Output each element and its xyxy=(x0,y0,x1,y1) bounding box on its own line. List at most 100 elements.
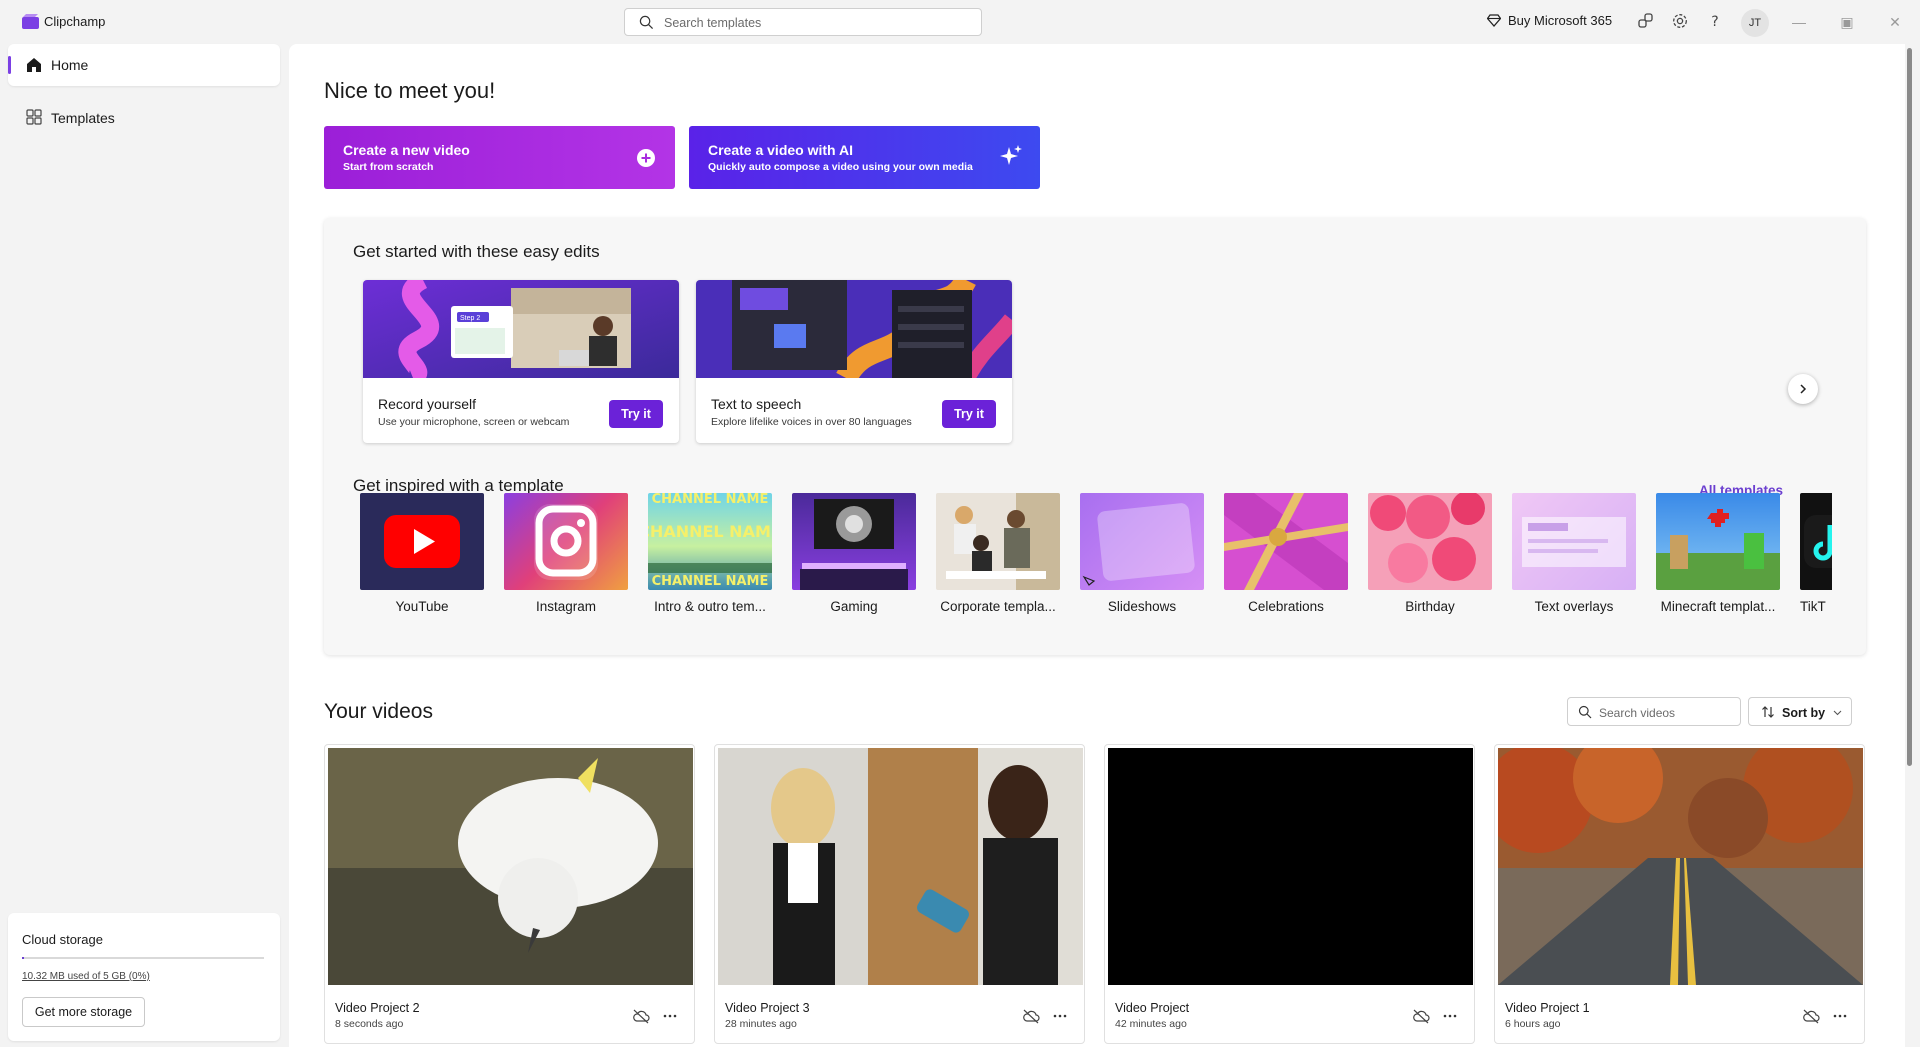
balloons-graphic xyxy=(1370,493,1485,583)
main-panel: Nice to meet you! Create a new video Sta… xyxy=(289,44,1905,1047)
close-window-button[interactable]: ✕ xyxy=(1884,12,1906,32)
try-it-button[interactable]: Try it xyxy=(942,400,996,428)
template-youtube[interactable]: YouTube xyxy=(360,493,484,614)
video-card[interactable]: Video Project 1 6 hours ago xyxy=(1494,744,1865,1044)
feature-subtitle: Explore lifelike voices in over 80 langu… xyxy=(711,416,912,428)
template-celebrations[interactable]: Celebrations xyxy=(1224,493,1348,614)
text-to-speech-thumbnail xyxy=(696,280,1012,378)
video-thumbnail xyxy=(718,748,1083,985)
thumbnail-step-label: Step 2 xyxy=(460,315,480,322)
cloud-off-icon xyxy=(633,1009,650,1024)
sort-icon xyxy=(1762,706,1774,718)
template-carousel: YouTube Instagram CHANNEL NAME CHANNEL N… xyxy=(360,493,1832,633)
diamond-icon xyxy=(1487,14,1501,27)
template-label: Celebrations xyxy=(1248,599,1324,614)
template-text-overlays[interactable]: Text overlays xyxy=(1512,493,1636,614)
sparkle-icon xyxy=(1000,145,1022,165)
record-yourself-card[interactable]: Step 2 Record yourself Use your micropho… xyxy=(363,280,679,443)
search-templates-input[interactable]: Search templates xyxy=(624,8,982,36)
search-icon xyxy=(1578,705,1592,719)
cta-subtitle: Start from scratch xyxy=(343,161,434,173)
get-more-storage-button[interactable]: Get more storage xyxy=(22,997,145,1027)
template-intro-outro[interactable]: CHANNEL NAME CHANNEL NAME CHANNEL NAME I… xyxy=(648,493,772,614)
more-options-icon[interactable] xyxy=(1051,1007,1069,1025)
template-corporate[interactable]: Corporate templa... xyxy=(936,493,1060,614)
video-card[interactable]: Video Project 2 8 seconds ago xyxy=(324,744,695,1044)
template-thumbnail xyxy=(360,493,484,590)
template-label: Gaming xyxy=(830,599,878,614)
text-overlay-graphic xyxy=(1522,517,1626,567)
template-birthday[interactable]: Birthday xyxy=(1368,493,1492,614)
sidebar-item-templates[interactable]: Templates xyxy=(8,97,280,139)
search-videos-placeholder: Search videos xyxy=(1599,706,1676,720)
video-title: Video Project xyxy=(1115,1001,1190,1015)
video-card[interactable]: Video Project 3 28 minutes ago xyxy=(714,744,1085,1044)
template-label: TikT xyxy=(1800,599,1826,614)
channel-name-graphic: CHANNEL NAME CHANNEL NAME CHANNEL NAME xyxy=(648,493,772,589)
avatar-initials: JT xyxy=(1748,17,1762,29)
minimize-button[interactable]: — xyxy=(1788,12,1810,32)
video-thumbnail xyxy=(1498,748,1863,985)
template-label: Corporate templa... xyxy=(940,599,1056,614)
buy-microsoft-365-label: Buy Microsoft 365 xyxy=(1508,13,1613,28)
sidebar-item-label: Home xyxy=(51,57,89,73)
sort-by-button[interactable]: Sort by xyxy=(1748,697,1852,726)
create-new-video-button[interactable]: Create a new video Start from scratch xyxy=(324,126,675,189)
more-options-icon[interactable] xyxy=(1831,1007,1849,1025)
create-video-with-ai-button[interactable]: Create a video with AI Quickly auto comp… xyxy=(689,126,1040,189)
storage-used-link[interactable]: 10.32 MB used of 5 GB (0%) xyxy=(22,971,150,982)
feature-title: Text to speech xyxy=(711,396,802,412)
template-instagram[interactable]: Instagram xyxy=(504,493,628,614)
minecraft-graphic xyxy=(1656,509,1780,590)
video-subtitle: 28 minutes ago xyxy=(725,1018,797,1030)
video-card[interactable]: Video Project 42 minutes ago xyxy=(1104,744,1475,1044)
maximize-button[interactable]: ▣ xyxy=(1836,12,1858,32)
video-title: Video Project 1 xyxy=(1505,1001,1590,1015)
your-videos-title: Your videos xyxy=(324,700,433,723)
search-templates-placeholder: Search templates xyxy=(664,16,762,30)
user-avatar[interactable]: JT xyxy=(1741,9,1769,37)
template-thumbnail xyxy=(1512,493,1636,590)
page-title: Nice to meet you! xyxy=(324,78,496,103)
scrollbar-thumb[interactable] xyxy=(1907,48,1912,766)
template-tiktok[interactable]: TikT xyxy=(1800,493,1832,614)
help-icon[interactable]: ? xyxy=(1706,12,1724,30)
share-icon[interactable] xyxy=(1637,12,1655,30)
search-videos-input[interactable]: Search videos xyxy=(1567,697,1741,726)
instagram-logo-icon xyxy=(534,504,598,580)
more-options-icon[interactable] xyxy=(661,1007,679,1025)
video-thumbnail xyxy=(1108,748,1473,985)
gaming-desk-graphic xyxy=(800,499,908,590)
text-to-speech-card[interactable]: Text to speech Explore lifelike voices i… xyxy=(696,280,1012,443)
video-title: Video Project 2 xyxy=(335,1001,420,1015)
template-label: Birthday xyxy=(1405,599,1455,614)
corporate-people-graphic xyxy=(946,493,1060,590)
template-slideshows[interactable]: Slideshows xyxy=(1080,493,1204,614)
chevron-right-icon xyxy=(1800,384,1807,394)
video-subtitle: 6 hours ago xyxy=(1505,1018,1561,1030)
buy-microsoft-365-button[interactable]: Buy Microsoft 365 xyxy=(1487,13,1612,28)
easy-edits-title: Get started with these easy edits xyxy=(353,242,600,261)
template-label: Instagram xyxy=(535,599,597,614)
chevron-down-icon xyxy=(1833,710,1842,716)
sidebar-item-home[interactable]: Home xyxy=(8,44,280,86)
template-thumbnail xyxy=(792,493,916,590)
record-yourself-thumbnail: Step 2 xyxy=(363,280,679,378)
template-minecraft[interactable]: Minecraft templat... xyxy=(1656,493,1780,614)
cta-title: Create a video with AI xyxy=(708,142,853,158)
storage-title: Cloud storage xyxy=(22,932,103,947)
sidebar-item-label: Templates xyxy=(51,110,115,126)
carousel-next-button[interactable] xyxy=(1788,374,1818,404)
video-thumbnail xyxy=(328,748,693,985)
template-thumbnail xyxy=(1080,493,1204,590)
template-label: Slideshows xyxy=(1107,599,1177,614)
cta-subtitle: Quickly auto compose a video using your … xyxy=(708,161,973,173)
try-it-button[interactable]: Try it xyxy=(609,400,663,428)
more-options-icon[interactable] xyxy=(1441,1007,1459,1025)
gear-icon[interactable] xyxy=(1671,12,1689,30)
cloud-off-icon xyxy=(1803,1009,1820,1024)
app-name: Clipchamp xyxy=(44,14,106,29)
template-gaming[interactable]: Gaming xyxy=(792,493,916,614)
storage-progress-fill xyxy=(22,957,24,959)
template-label: Text overlays xyxy=(1534,599,1614,614)
